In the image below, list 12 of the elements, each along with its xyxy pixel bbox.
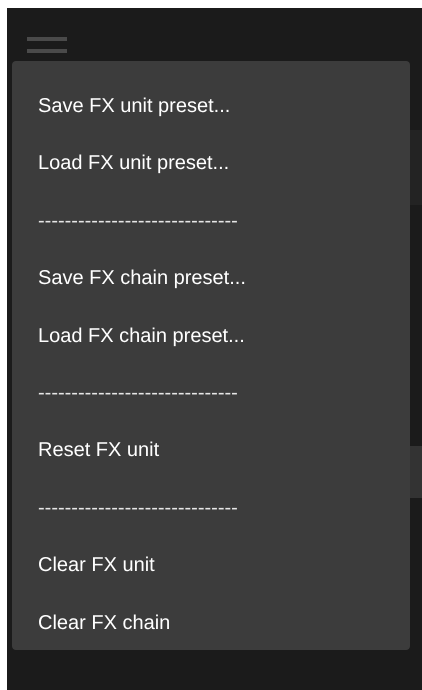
menu-item[interactable]: Save FX chain preset... [12, 248, 410, 306]
menu-item[interactable]: Load FX unit preset... [12, 133, 410, 191]
menu-separator: ------------------------------ [37, 381, 239, 406]
menu-button[interactable] [27, 36, 67, 54]
menu-item[interactable]: Reset FX unit [12, 420, 410, 478]
menu-item[interactable]: Clear FX unit [12, 535, 410, 593]
menu-icon [27, 36, 67, 54]
menu-separator: ------------------------------ [37, 496, 239, 521]
menu-item[interactable]: Save FX unit preset... [12, 76, 410, 134]
menu-item[interactable]: Load FX chain preset... [12, 306, 410, 364]
menu-item[interactable]: Clear FX chain [12, 592, 410, 650]
menu-separator: ------------------------------ [37, 208, 239, 234]
